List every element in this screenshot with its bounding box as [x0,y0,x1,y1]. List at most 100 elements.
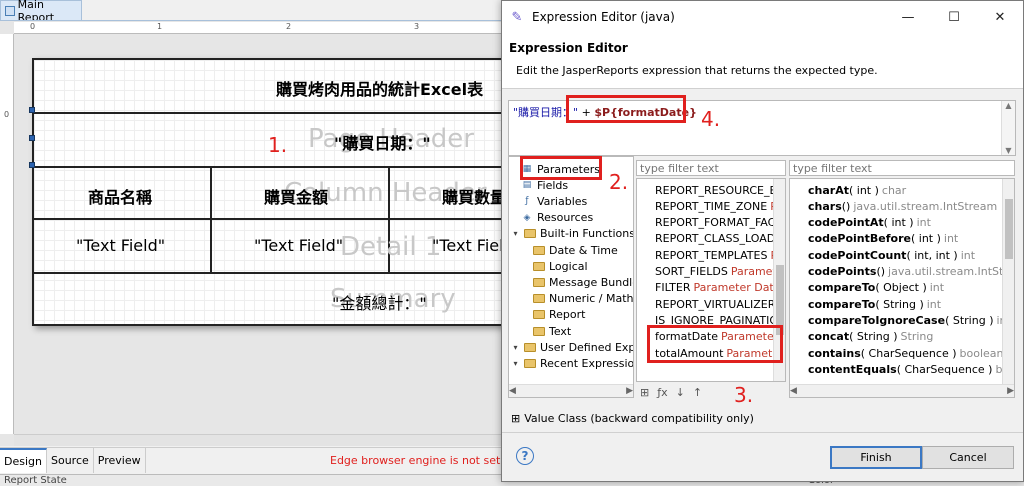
dialog-window-title: Expression Editor (java) [532,10,675,24]
selection-handle[interactable] [29,107,35,113]
selection-handle[interactable] [29,135,35,141]
category-item[interactable]: Date & Time [533,242,618,258]
method-item[interactable]: contentEquals( CharSequence )boolea [808,361,1014,377]
category-item[interactable]: ◈ Resources [521,210,594,226]
create-parameter-icon[interactable]: ⊞ [640,386,649,399]
help-icon[interactable]: ? [516,447,534,465]
parameter-item[interactable]: REPORT_RESOURCE_BUN [655,182,785,198]
detail-text-field[interactable]: "Text Field" [76,236,165,255]
parameter-item[interactable]: REPORT_TEMPLATESPara [655,247,785,263]
category-horizontal-scrollbar[interactable]: ◀ ▶ [509,384,633,397]
expand-icon[interactable]: ▾ [511,229,520,238]
method-return-type: java.util.stream.IntStream [853,199,998,213]
sort-descending-icon[interactable]: ↑ [693,386,702,399]
method-args: () [841,199,851,213]
band-divider [34,112,508,114]
method-item[interactable]: concat( String ) String [808,329,933,345]
detail-text-field[interactable]: "Text Fiel [432,236,504,255]
sort-ascending-icon[interactable]: ↓ [676,386,685,399]
method-item[interactable]: compareTo( Object ) int [808,280,944,296]
parameter-toolbar: ⊞ ƒx ↓ ↑ [640,386,702,399]
maximize-button[interactable]: ☐ [931,1,977,33]
column-header-name[interactable]: 商品名稱 [88,184,152,208]
folder-icon [533,294,545,304]
method-item[interactable]: chars() java.util.stream.IntStream [808,198,997,214]
category-item[interactable]: Text [533,323,571,339]
summary-text-field[interactable]: "金額總計：" [332,290,427,314]
method-args: ( int ) [883,216,914,230]
method-args: ( CharSequence ) [860,346,957,360]
variables-icon: ƒ [525,196,529,207]
ruler-mark: 3 [414,22,420,31]
main-report-tab[interactable]: Main Report [0,0,82,24]
cancel-button[interactable]: Cancel [922,446,1014,469]
method-item[interactable]: compareToIgnoreCase( String )int [808,312,1011,328]
method-args: ( String ) [945,313,994,327]
dialog-titlebar[interactable]: ✎ Expression Editor (java) — ☐ ✕ [502,1,1023,33]
method-item[interactable]: codePointAt( int ) int [808,215,931,231]
method-return-type: char [881,183,907,197]
band-label-detail: Detail 1 [340,232,442,262]
method-item[interactable]: codePointBefore( int ) int [808,231,958,247]
parameter-item[interactable]: REPORT_TIME_ZONEPara [655,198,785,214]
parameter-item[interactable]: REPORT_FORMAT_FACTO [655,215,785,231]
tab-source[interactable]: Source [46,448,94,473]
method-vertical-scrollbar[interactable] [1002,179,1014,385]
parameter-item[interactable]: FILTER Parameter Datase [655,280,785,296]
column-header-quantity[interactable]: 購買數量 [442,184,506,208]
category-item[interactable]: ▾ User Defined Expres [511,339,633,355]
parameter-filter-input[interactable] [636,160,786,176]
function-icon[interactable]: ƒx [657,386,667,399]
method-args: ( CharSequence ) [896,362,993,376]
category-item[interactable]: ▾ Recent Expressions [511,355,633,371]
ruler-mark: 1 [157,22,163,31]
column-header-amount[interactable]: 購買金額 [264,184,328,208]
parameter-item[interactable]: SORT_FIELDS Parameter [655,264,785,280]
method-filter-input[interactable] [789,160,1015,176]
detail-text-field[interactable]: "Text Field" [254,236,343,255]
expand-icon[interactable]: ▾ [511,359,520,368]
category-item[interactable]: ▾ Built-in Functions [511,226,634,242]
category-label: Logical [549,259,588,273]
tab-preview[interactable]: Preview [93,448,146,473]
annotation-4: 4. [701,107,721,131]
parameter-name: FILTER [655,281,691,295]
value-class-section[interactable]: ⊞ Value Class (backward compatibility on… [511,412,754,425]
selection-handle[interactable] [29,162,35,168]
category-item[interactable]: ƒ Variables [521,193,587,209]
category-item[interactable]: Message Bundles [533,274,633,290]
expand-icon[interactable]: ▾ [511,343,520,352]
method-item[interactable]: codePointCount( int, int ) int [808,247,975,263]
report-state-tab[interactable]: Report State [4,475,67,486]
report-page[interactable]: Page Header Column Header Detail 1 Summa… [32,58,508,326]
method-item[interactable]: codePoints()java.util.stream.IntStream [808,264,1014,280]
category-label: Built-in Functions [540,227,634,241]
method-item[interactable]: contains( CharSequence ) boolean [808,345,1004,361]
expression-vertical-scrollbar[interactable]: ▲ ▼ [1001,101,1015,155]
method-name: compareTo [808,281,876,295]
category-item[interactable]: Report [533,307,585,323]
method-horizontal-scrollbar[interactable]: ◀ ▶ [790,384,1014,397]
parameter-item[interactable]: REPORT_CLASS_LOADER [655,231,785,247]
method-name: codePointAt [808,216,884,230]
category-item[interactable]: Logical [533,258,588,274]
parameter-name: REPORT_VIRTUALIZER [655,297,776,311]
report-title[interactable]: 購買烤肉用品的統計Excel表 [276,76,483,100]
minimize-button[interactable]: — [885,1,931,33]
method-item[interactable]: charAt( int ) char [808,182,906,198]
parameter-name: REPORT_TEMPLATES [655,248,768,262]
finish-button[interactable]: Finish [830,446,922,469]
scroll-thumb[interactable] [1005,199,1013,259]
method-return-type: java.util.stream.IntStream [888,265,1014,278]
method-return-type: boolean [959,346,1004,360]
date-text-field[interactable]: "購買日期：" [334,130,431,154]
designer-horizontal-scrollbar[interactable] [14,434,506,446]
folder-icon [533,326,545,336]
method-item[interactable]: compareTo( String ) int [808,296,941,312]
tab-design[interactable]: Design [0,448,47,473]
category-item[interactable]: Numeric / Mathe [533,291,633,307]
ruler-mark: 0 [30,22,36,31]
expand-icon[interactable]: ⊞ [511,412,520,425]
close-button[interactable]: ✕ [977,1,1023,33]
parameter-item[interactable]: REPORT_VIRTUALIZERPa [655,296,785,312]
